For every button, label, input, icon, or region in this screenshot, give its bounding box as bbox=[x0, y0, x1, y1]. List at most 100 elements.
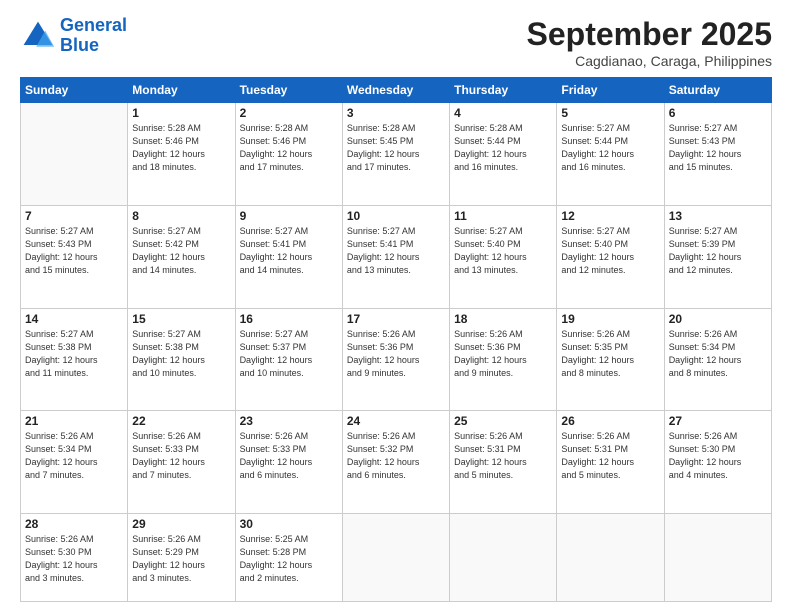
day-number: 26 bbox=[561, 414, 659, 428]
day-number: 8 bbox=[132, 209, 230, 223]
day-number: 28 bbox=[25, 517, 123, 531]
logo-text: General Blue bbox=[60, 16, 127, 56]
day-info: Sunrise: 5:26 AM Sunset: 5:30 PM Dayligh… bbox=[25, 533, 123, 585]
table-row: 23 Sunrise: 5:26 AM Sunset: 5:33 PM Dayli… bbox=[235, 411, 342, 514]
day-info: Sunrise: 5:27 AM Sunset: 5:41 PM Dayligh… bbox=[347, 225, 445, 277]
table-row: 18 Sunrise: 5:26 AM Sunset: 5:36 PM Dayli… bbox=[450, 308, 557, 411]
day-info: Sunrise: 5:26 AM Sunset: 5:36 PM Dayligh… bbox=[454, 328, 552, 380]
table-row: 8 Sunrise: 5:27 AM Sunset: 5:42 PM Daylig… bbox=[128, 205, 235, 308]
main-title: September 2025 bbox=[527, 16, 772, 53]
day-number: 22 bbox=[132, 414, 230, 428]
day-number: 16 bbox=[240, 312, 338, 326]
table-row: 6 Sunrise: 5:27 AM Sunset: 5:43 PM Daylig… bbox=[664, 103, 771, 206]
day-number: 6 bbox=[669, 106, 767, 120]
day-info: Sunrise: 5:27 AM Sunset: 5:40 PM Dayligh… bbox=[454, 225, 552, 277]
table-row: 17 Sunrise: 5:26 AM Sunset: 5:36 PM Dayli… bbox=[342, 308, 449, 411]
table-row: 27 Sunrise: 5:26 AM Sunset: 5:30 PM Dayli… bbox=[664, 411, 771, 514]
day-info: Sunrise: 5:28 AM Sunset: 5:46 PM Dayligh… bbox=[132, 122, 230, 174]
day-info: Sunrise: 5:27 AM Sunset: 5:43 PM Dayligh… bbox=[669, 122, 767, 174]
table-row: 16 Sunrise: 5:27 AM Sunset: 5:37 PM Dayli… bbox=[235, 308, 342, 411]
day-number: 1 bbox=[132, 106, 230, 120]
table-row: 28 Sunrise: 5:26 AM Sunset: 5:30 PM Dayli… bbox=[21, 514, 128, 602]
day-number: 23 bbox=[240, 414, 338, 428]
table-row bbox=[342, 514, 449, 602]
page: General Blue September 2025 Cagdianao, C… bbox=[0, 0, 792, 612]
day-number: 12 bbox=[561, 209, 659, 223]
table-row: 24Sunrise: 5:26 AM Sunset: 5:32 PM Dayli… bbox=[342, 411, 449, 514]
table-row bbox=[21, 103, 128, 206]
table-row bbox=[664, 514, 771, 602]
table-row bbox=[450, 514, 557, 602]
day-info: Sunrise: 5:26 AM Sunset: 5:34 PM Dayligh… bbox=[25, 430, 123, 482]
header-wednesday: Wednesday bbox=[342, 78, 449, 103]
subtitle: Cagdianao, Caraga, Philippines bbox=[527, 53, 772, 69]
day-info: Sunrise: 5:26 AM Sunset: 5:31 PM Dayligh… bbox=[454, 430, 552, 482]
day-info: Sunrise: 5:27 AM Sunset: 5:38 PM Dayligh… bbox=[25, 328, 123, 380]
day-info: Sunrise: 5:25 AM Sunset: 5:28 PM Dayligh… bbox=[240, 533, 338, 585]
day-info: Sunrise: 5:26 AM Sunset: 5:33 PM Dayligh… bbox=[240, 430, 338, 482]
day-number: 11 bbox=[454, 209, 552, 223]
day-number: 2 bbox=[240, 106, 338, 120]
day-number: 3 bbox=[347, 106, 445, 120]
day-number: 14 bbox=[25, 312, 123, 326]
day-info: Sunrise: 5:26 AM Sunset: 5:36 PM Dayligh… bbox=[347, 328, 445, 380]
table-row: 9 Sunrise: 5:27 AM Sunset: 5:41 PM Daylig… bbox=[235, 205, 342, 308]
header-thursday: Thursday bbox=[450, 78, 557, 103]
table-row bbox=[557, 514, 664, 602]
day-number: 10 bbox=[347, 209, 445, 223]
calendar-header-row: Sunday Monday Tuesday Wednesday Thursday… bbox=[21, 78, 772, 103]
table-row: 22 Sunrise: 5:26 AM Sunset: 5:33 PM Dayli… bbox=[128, 411, 235, 514]
table-row: 2 Sunrise: 5:28 AM Sunset: 5:46 PM Daylig… bbox=[235, 103, 342, 206]
table-row: 30 Sunrise: 5:25 AM Sunset: 5:28 PM Dayli… bbox=[235, 514, 342, 602]
day-number: 9 bbox=[240, 209, 338, 223]
header-monday: Monday bbox=[128, 78, 235, 103]
table-row: 1 Sunrise: 5:28 AM Sunset: 5:46 PM Daylig… bbox=[128, 103, 235, 206]
day-number: 29 bbox=[132, 517, 230, 531]
day-info: Sunrise: 5:27 AM Sunset: 5:40 PM Dayligh… bbox=[561, 225, 659, 277]
table-row: 4Sunrise: 5:28 AM Sunset: 5:44 PM Daylig… bbox=[450, 103, 557, 206]
table-row: 14 Sunrise: 5:27 AM Sunset: 5:38 PM Dayli… bbox=[21, 308, 128, 411]
day-info: Sunrise: 5:27 AM Sunset: 5:42 PM Dayligh… bbox=[132, 225, 230, 277]
day-info: Sunrise: 5:27 AM Sunset: 5:41 PM Dayligh… bbox=[240, 225, 338, 277]
table-row: 3 Sunrise: 5:28 AM Sunset: 5:45 PM Daylig… bbox=[342, 103, 449, 206]
header-tuesday: Tuesday bbox=[235, 78, 342, 103]
day-info: Sunrise: 5:27 AM Sunset: 5:37 PM Dayligh… bbox=[240, 328, 338, 380]
day-number: 27 bbox=[669, 414, 767, 428]
day-number: 13 bbox=[669, 209, 767, 223]
day-number: 21 bbox=[25, 414, 123, 428]
calendar: Sunday Monday Tuesday Wednesday Thursday… bbox=[20, 77, 772, 602]
logo-icon bbox=[20, 18, 56, 54]
day-info: Sunrise: 5:28 AM Sunset: 5:45 PM Dayligh… bbox=[347, 122, 445, 174]
day-info: Sunrise: 5:27 AM Sunset: 5:39 PM Dayligh… bbox=[669, 225, 767, 277]
day-info: Sunrise: 5:26 AM Sunset: 5:33 PM Dayligh… bbox=[132, 430, 230, 482]
title-block: September 2025 Cagdianao, Caraga, Philip… bbox=[527, 16, 772, 69]
table-row: 25 Sunrise: 5:26 AM Sunset: 5:31 PM Dayli… bbox=[450, 411, 557, 514]
day-info: Sunrise: 5:26 AM Sunset: 5:29 PM Dayligh… bbox=[132, 533, 230, 585]
day-number: 20 bbox=[669, 312, 767, 326]
day-number: 5 bbox=[561, 106, 659, 120]
day-info: Sunrise: 5:26 AM Sunset: 5:35 PM Dayligh… bbox=[561, 328, 659, 380]
header-friday: Friday bbox=[557, 78, 664, 103]
table-row: 19 Sunrise: 5:26 AM Sunset: 5:35 PM Dayli… bbox=[557, 308, 664, 411]
day-number: 15 bbox=[132, 312, 230, 326]
table-row: 13 Sunrise: 5:27 AM Sunset: 5:39 PM Dayli… bbox=[664, 205, 771, 308]
table-row: 26 Sunrise: 5:26 AM Sunset: 5:31 PM Dayli… bbox=[557, 411, 664, 514]
day-number: 19 bbox=[561, 312, 659, 326]
day-info: Sunrise: 5:27 AM Sunset: 5:38 PM Dayligh… bbox=[132, 328, 230, 380]
day-number: 30 bbox=[240, 517, 338, 531]
day-info: Sunrise: 5:28 AM Sunset: 5:46 PM Dayligh… bbox=[240, 122, 338, 174]
day-number: 7 bbox=[25, 209, 123, 223]
day-info: Sunrise: 5:26 AM Sunset: 5:30 PM Dayligh… bbox=[669, 430, 767, 482]
day-number: 18 bbox=[454, 312, 552, 326]
table-row: 5Sunrise: 5:27 AM Sunset: 5:44 PM Daylig… bbox=[557, 103, 664, 206]
table-row: 20Sunrise: 5:26 AM Sunset: 5:34 PM Dayli… bbox=[664, 308, 771, 411]
table-row: 7Sunrise: 5:27 AM Sunset: 5:43 PM Daylig… bbox=[21, 205, 128, 308]
day-info: Sunrise: 5:26 AM Sunset: 5:32 PM Dayligh… bbox=[347, 430, 445, 482]
table-row: 12 Sunrise: 5:27 AM Sunset: 5:40 PM Dayli… bbox=[557, 205, 664, 308]
day-number: 4 bbox=[454, 106, 552, 120]
day-number: 25 bbox=[454, 414, 552, 428]
day-info: Sunrise: 5:26 AM Sunset: 5:31 PM Dayligh… bbox=[561, 430, 659, 482]
table-row: 29 Sunrise: 5:26 AM Sunset: 5:29 PM Dayli… bbox=[128, 514, 235, 602]
table-row: 10 Sunrise: 5:27 AM Sunset: 5:41 PM Dayli… bbox=[342, 205, 449, 308]
day-number: 17 bbox=[347, 312, 445, 326]
